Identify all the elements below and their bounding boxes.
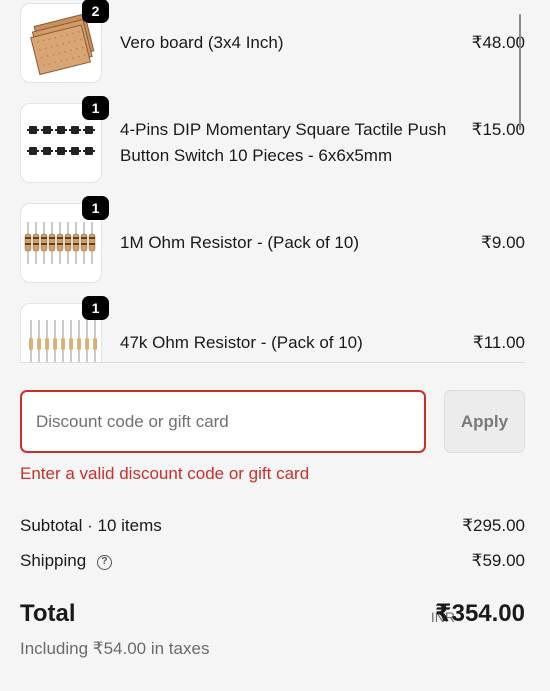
item-name: 1M Ohm Resistor - (Pack of 10)	[120, 233, 360, 252]
subtotal-label: Subtotal · 10 items	[20, 516, 162, 535]
quantity-badge: 1	[82, 296, 109, 320]
item-price: ₹48.00	[471, 33, 525, 52]
quantity-badge: 1	[82, 96, 109, 120]
item-price: ₹9.00	[481, 233, 525, 252]
line-item: 1 4-Pins DIP Momentary Square Tactile Pu…	[0, 96, 550, 200]
tax-note: Including ₹54.00 in taxes	[20, 639, 210, 658]
line-item: 1 1M Ohm Resistor - (Pack of 10) ₹9.00	[0, 196, 550, 300]
item-name: 4-Pins DIP Momentary Square Tactile Push…	[120, 120, 447, 165]
order-items-list[interactable]: 2 Vero board (3x4 Inch) ₹48.00 1 4-Pins …	[0, 0, 550, 363]
quantity-badge: 2	[82, 0, 109, 23]
shipping-label-group: Shipping ?	[20, 549, 112, 573]
item-price: ₹11.00	[472, 333, 525, 352]
item-price: ₹15.00	[471, 120, 525, 139]
total-label: Total	[20, 600, 76, 627]
list-divider	[20, 362, 525, 363]
shipping-value: ₹59.00	[471, 551, 525, 570]
total-amount: ₹354.00	[434, 600, 525, 627]
discount-error-message: Enter a valid discount code or gift card	[20, 464, 310, 483]
help-icon[interactable]: ?	[96, 555, 112, 570]
quantity-badge: 1	[82, 196, 109, 220]
apply-button[interactable]: Apply	[444, 390, 525, 453]
discount-code-input[interactable]	[20, 390, 426, 453]
item-name: Vero board (3x4 Inch)	[120, 33, 284, 52]
item-name: 47k Ohm Resistor - (Pack of 10)	[120, 333, 363, 352]
line-item: 1 47k Ohm Resistor - (Pack of 10) ₹11.00	[0, 296, 550, 363]
scrollbar[interactable]	[519, 14, 521, 130]
subtotal-value: ₹295.00	[462, 516, 525, 535]
line-item: 2 Vero board (3x4 Inch) ₹48.00	[0, 0, 550, 100]
shipping-label: Shipping	[20, 551, 87, 570]
